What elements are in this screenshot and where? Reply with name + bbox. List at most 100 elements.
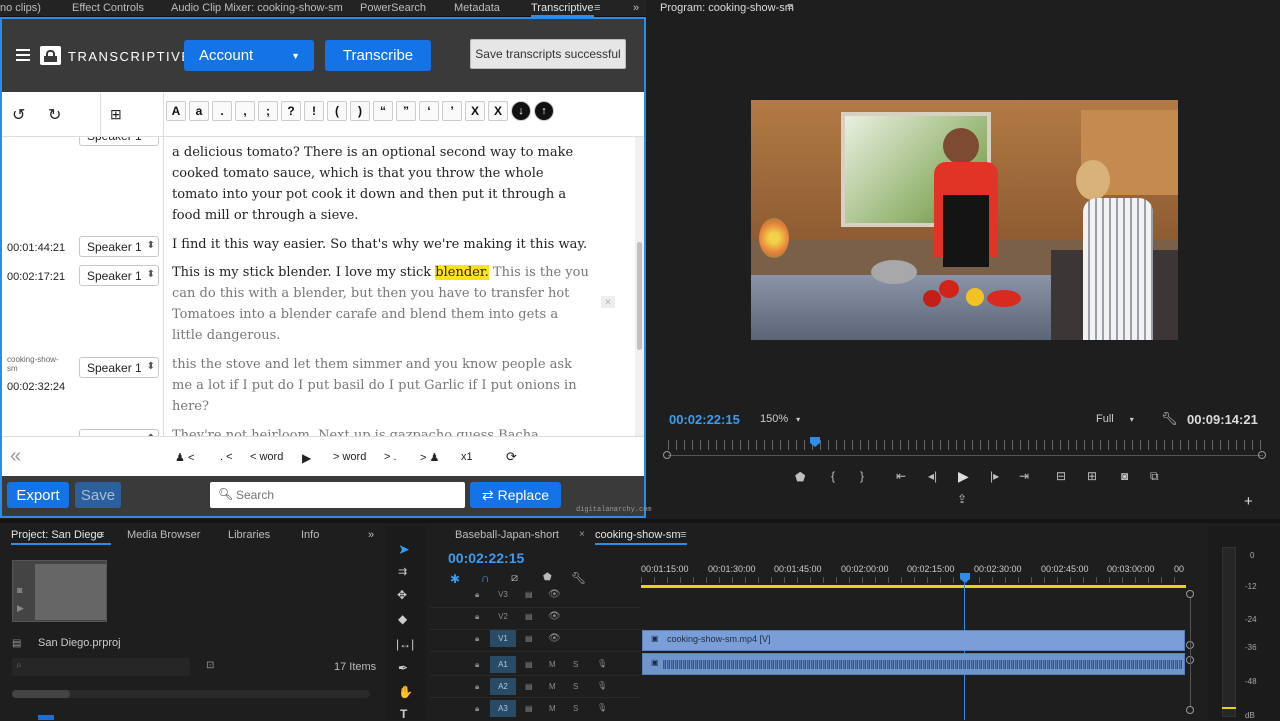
transcript-paragraph[interactable]: this the stove and let them simmer and y… [172,354,592,417]
undo-icon[interactable]: ↺ [12,105,25,125]
camera-icon[interactable]: ◙ [1121,469,1128,483]
track-label-a2[interactable]: A2 [490,678,516,695]
next-sentence-button[interactable]: > . [384,451,397,463]
mute-button[interactable]: M [549,660,556,669]
zoom-handle-right[interactable] [1258,451,1266,459]
add-marker-icon[interactable]: ⬟ [795,470,805,484]
panel-menu-icon[interactable]: ≡ [594,2,600,14]
project-thumbnail[interactable]: ◙ ▶ [12,560,107,622]
comparison-view-icon[interactable]: ⧉ [1150,469,1159,484]
export-button[interactable]: Export [7,482,69,508]
mute-button[interactable]: M [549,682,556,691]
play-icon[interactable]: ▶ [958,468,969,485]
more-tabs-icon[interactable]: » [633,2,639,14]
lift-icon[interactable]: ⊟ [1056,469,1066,483]
move-down-icon[interactable]: ↓ [511,101,531,121]
lock-icon[interactable]: 🔒︎ [475,682,479,692]
step-forward-icon[interactable]: |▸ [990,469,999,483]
transcript-paragraph[interactable]: a delicious tomato? There is an optional… [172,142,592,226]
lock-icon[interactable]: 🔒︎ [475,590,479,600]
redo-icon[interactable]: ↻ [48,105,61,125]
track-label-a1[interactable]: A1 [490,656,516,673]
tab-metadata[interactable]: Metadata [454,2,500,14]
close-dquote-button[interactable]: ” [396,101,416,121]
go-to-out-icon[interactable]: ⇥ [1019,469,1029,483]
project-search[interactable]: ⌕ [12,658,190,676]
snap-icon[interactable]: ✱ [450,572,460,586]
video-clip[interactable]: ▣ cooking-show-sm.mp4 [V] [642,630,1185,651]
next-speaker-button[interactable]: > ♟ [420,451,439,464]
transcript-paragraph[interactable]: They're not heirloom. Next up is gazpach… [172,425,592,436]
tab-transcriptive[interactable]: Transcriptive [531,2,594,17]
timeline-timecode[interactable]: 00:02:22:15 [448,550,524,566]
close-icon[interactable]: × [579,529,585,540]
solo-button[interactable]: S [573,682,578,691]
lowercase-button[interactable]: a [189,101,209,121]
comma-button[interactable]: , [235,101,255,121]
timeline-ruler[interactable]: 00:01:15:00 00:01:30:00 00:01:45:00 00:0… [641,561,1186,588]
track-select-icon[interactable]: ⇉ [398,565,407,578]
zoom-handle-left[interactable] [663,451,671,459]
track-label-v3[interactable]: V3 [490,586,516,603]
lock-icon[interactable]: 🔒︎ [475,704,479,714]
solo-button[interactable]: S [573,704,578,713]
speaker-select[interactable]: Speaker 1 [79,137,159,146]
transcribe-button[interactable]: Transcribe [325,40,431,71]
add-button-icon[interactable]: + [1244,493,1253,510]
mute-button[interactable]: M [549,704,556,713]
sync-lock-icon[interactable]: ▤ [525,612,533,621]
close-squote-button[interactable]: ’ [442,101,462,121]
audio-clip[interactable]: ▣ [642,653,1185,675]
tab-audio-clip-mixer[interactable]: Audio Clip Mixer: cooking-show-sm [171,2,343,14]
lock-icon[interactable]: 🔒︎ [475,612,479,622]
eye-icon[interactable]: 👁︎ [548,589,561,600]
exclamation-button[interactable]: ! [304,101,324,121]
uppercase-button[interactable]: A [166,101,186,121]
program-ruler[interactable] [668,440,1263,450]
hamburger-icon[interactable] [16,49,30,61]
tab-libraries[interactable]: Libraries [228,529,270,541]
open-dquote-button[interactable]: “ [373,101,393,121]
mark-in-icon[interactable]: { [831,469,835,483]
sync-lock-icon[interactable]: ▤ [525,660,533,669]
remove-all-button[interactable]: X [488,101,508,121]
sync-lock-icon[interactable]: ▤ [525,590,533,599]
track-scroll-handle[interactable] [1186,706,1194,714]
track-scroll-handle[interactable] [1186,590,1194,598]
account-dropdown[interactable]: Account ▼ [184,40,314,71]
new-bin-icon[interactable]: ⊡ [206,660,214,671]
work-area-bar[interactable] [641,585,1186,588]
sync-lock-icon[interactable]: ▤ [525,682,533,691]
playback-speed[interactable]: x1 [461,451,473,463]
mark-out-icon[interactable]: } [860,469,864,483]
tab-sequence-cooking[interactable]: cooking-show-sm [595,529,681,541]
mic-icon[interactable]: 🎙︎ [597,703,607,712]
wrench-icon[interactable]: 🔧︎ [1161,411,1178,427]
eye-icon[interactable]: 👁︎ [548,611,561,622]
semicolon-button[interactable]: ; [258,101,278,121]
paragraph-timecode[interactable]: 00:02:32:24 [7,381,65,393]
ripple-edit-icon[interactable]: ✥ [397,588,407,602]
close-icon[interactable]: ✕ [601,296,615,308]
lock-icon[interactable]: 🔒︎ [475,660,479,670]
track-label-v1[interactable]: V1 [490,630,516,647]
tab-effect-controls[interactable]: Effect Controls [72,2,144,14]
magnet-icon[interactable]: ∩ [481,571,490,585]
sync-lock-icon[interactable]: ▤ [525,634,533,643]
wrench-icon[interactable]: 🔧︎ [571,571,586,585]
transcript-paragraph[interactable]: I find it this way easier. So that's why… [172,234,592,255]
speaker-select[interactable]: Speaker 1 [79,236,159,257]
go-to-in-icon[interactable]: ⇤ [896,469,906,483]
track-label-v2[interactable]: V2 [490,608,516,625]
panel-menu-icon[interactable]: ≡ [787,1,793,13]
tab-media-browser[interactable]: Media Browser [127,529,200,541]
speaker-select[interactable] [79,429,159,436]
lock-icon[interactable]: 🔒︎ [475,634,479,644]
vertical-scrollbar[interactable] [1190,598,1191,706]
pen-tool-icon[interactable]: ✒ [398,661,408,675]
eye-icon[interactable]: 👁︎ [548,633,561,644]
prev-speaker-button[interactable]: ♟ < [175,451,194,464]
hand-tool-icon[interactable]: ✋ [398,685,413,699]
export-frame-icon[interactable]: ⇪ [957,492,967,506]
open-paren-button[interactable]: ( [327,101,347,121]
